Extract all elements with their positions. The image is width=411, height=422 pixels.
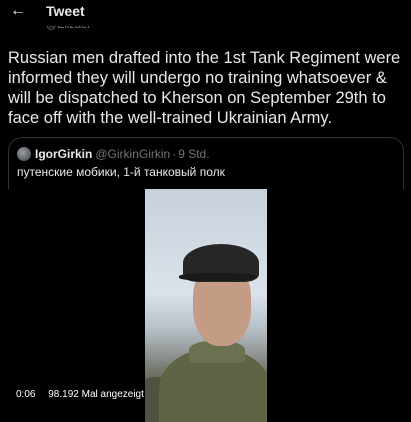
video-player[interactable]: 0:06 98.192 Mal angezeigt [8,189,404,422]
avatar[interactable] [17,147,31,161]
video-frame[interactable] [145,189,267,422]
quoted-timestamp[interactable]: 9 Std. [178,147,209,161]
quoted-tweet[interactable]: IgorGirkin @GirkinGirkin · 9 Std. путенс… [8,137,404,422]
video-duration: 0:06 [16,389,36,400]
back-arrow-icon[interactable]: ← [10,2,26,20]
quoted-tweet-text: путенские мобики, 1-й танковый полк [17,165,225,179]
separator-dot: · [172,147,177,161]
video-info-overlay: 0:06 98.192 Mal angezeigt [16,389,154,400]
top-header: ← Tweet [0,0,411,26]
tweet-text: Russian men drafted into the 1st Tank Re… [8,49,401,127]
quoted-author-name[interactable]: IgorGirkin [35,147,92,161]
video-view-count: 98.192 Mal angezeigt [48,389,144,400]
quoted-author-handle[interactable]: @GirkinGirkin [95,147,170,161]
quoted-tweet-header: IgorGirkin @GirkinGirkin · 9 Std. [17,146,212,162]
soldier-cap-brim [179,273,257,281]
page-title: Tweet [46,3,85,19]
